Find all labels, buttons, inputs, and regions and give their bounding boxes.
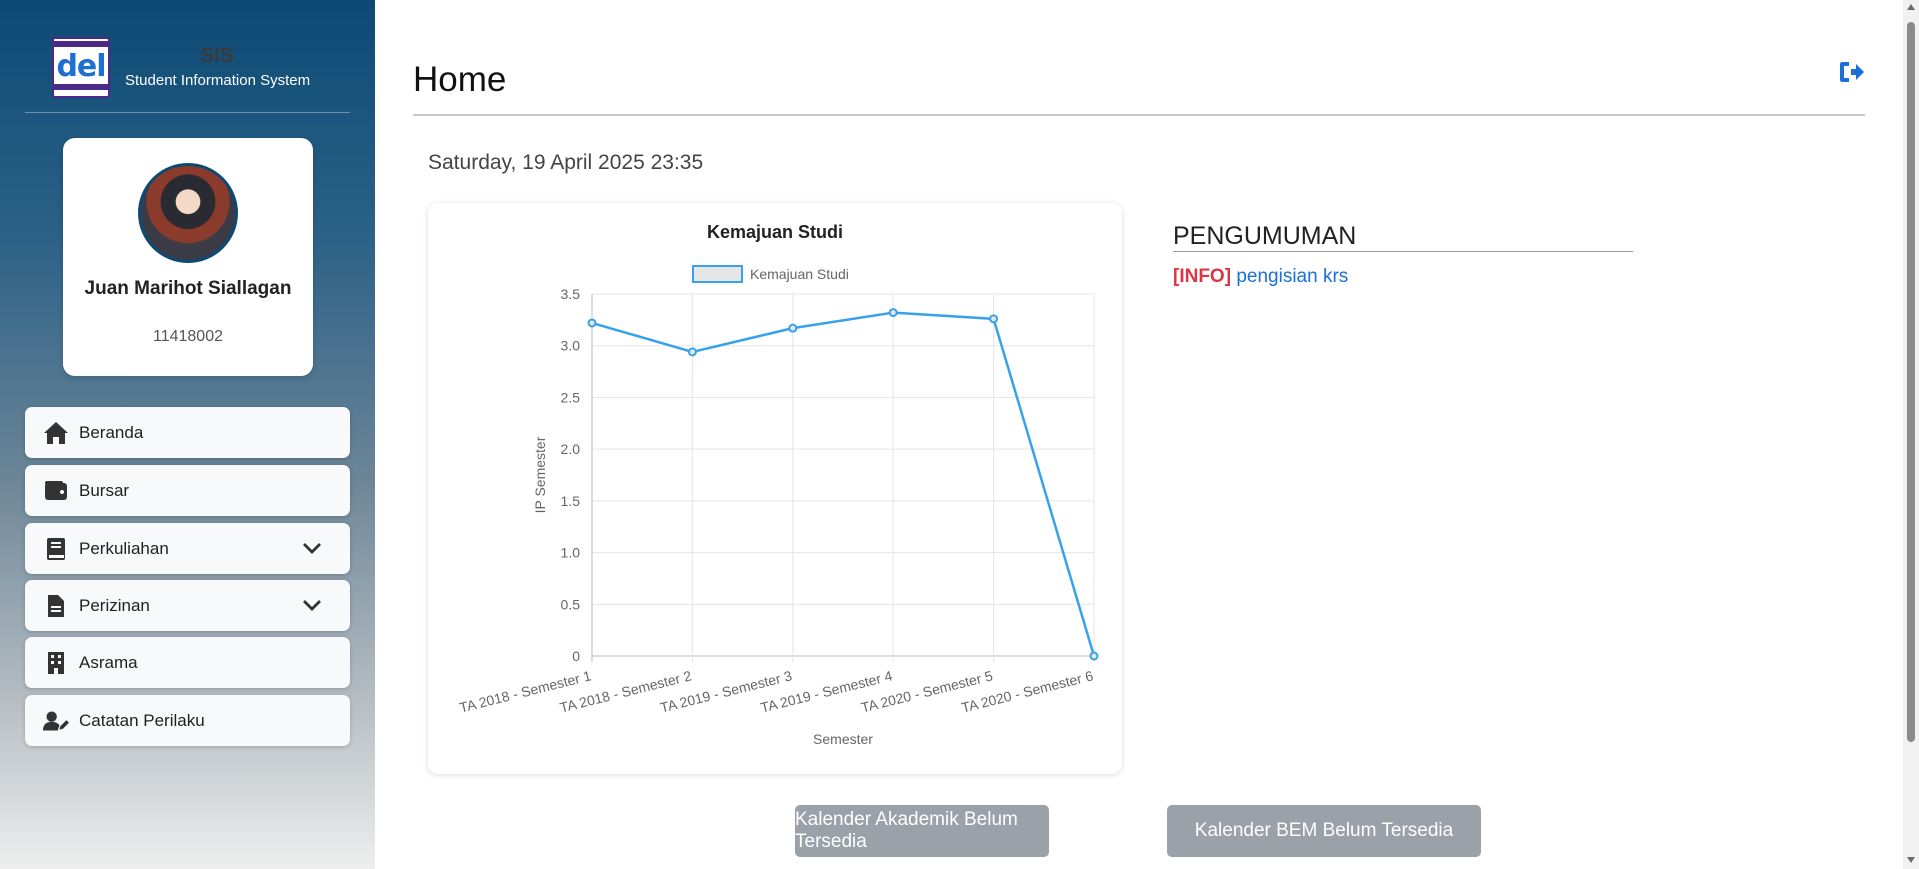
data-point [888, 308, 898, 318]
y-tick-label: 1.0 [561, 545, 581, 561]
data-point [687, 347, 697, 357]
y-tick-label: 2.0 [561, 441, 581, 457]
page-title: Home [413, 60, 507, 99]
brand-title: SIS [200, 44, 234, 67]
title-divider [413, 114, 1865, 116]
scroll-up-arrow-icon[interactable] [1907, 4, 1915, 10]
logo-band-top [54, 41, 108, 47]
y-tick-label: 0.5 [561, 596, 581, 612]
legend-swatch [692, 265, 743, 283]
logo-text: del [56, 49, 106, 84]
scrollbar-thumb[interactable] [1907, 22, 1915, 742]
announcements-divider [1173, 251, 1633, 252]
sidebar-item-perkuliahan[interactable]: Perkuliahan [25, 523, 350, 574]
y-tick-label: 2.5 [561, 389, 581, 405]
user-edit-icon [43, 708, 69, 734]
logo-band-bottom [54, 84, 108, 90]
x-axis-label: Semester [813, 731, 873, 747]
announcement-link[interactable]: pengisian krs [1236, 266, 1348, 287]
file-icon [43, 593, 69, 619]
study-progress-chart-card: Kemajuan Studi Kemajuan Studi 0 0.5 1.0 1.5 2.… [428, 203, 1122, 774]
bem-calendar-button[interactable]: Kalender BEM Belum Tersedia [1167, 805, 1481, 857]
sidebar-item-label: Bursar [79, 480, 130, 500]
profile-card: Juan Marihot Siallagan 11418002 [63, 138, 313, 376]
legend-label: Kemajuan Studi [750, 266, 849, 282]
data-point [788, 323, 798, 333]
sidebar-item-beranda[interactable]: Beranda [25, 407, 350, 458]
wallet-icon [43, 478, 69, 504]
sidebar-item-bursar[interactable]: Bursar [25, 465, 350, 516]
building-icon [43, 650, 69, 676]
chevron-down-icon[interactable] [302, 538, 322, 558]
data-point [1089, 651, 1099, 661]
vertical-scrollbar[interactable] [1903, 0, 1919, 869]
sidebar-item-label: Asrama [79, 652, 138, 672]
scroll-down-arrow-icon[interactable] [1907, 857, 1915, 863]
y-axis-label: IP Semester [532, 436, 548, 513]
study-progress-chart: Kemajuan Studi Kemajuan Studi 0 0.5 1.0 1.5 2.… [458, 222, 1099, 747]
y-tick-label: 3.0 [561, 338, 581, 354]
brand-header: del SIS Student Information System [25, 24, 350, 113]
home-icon [43, 420, 69, 446]
sidebar-item-label: Catatan Perilaku [79, 710, 205, 730]
sidebar: del SIS Student Information System Juan … [0, 0, 375, 869]
avatar [138, 163, 238, 263]
y-tick-label: 3.5 [561, 286, 581, 302]
data-point [989, 314, 999, 324]
announcements-title: PENGUMUMAN [1173, 222, 1357, 250]
profile-name: Juan Marihot Siallagan [84, 278, 292, 299]
sidebar-item-asrama[interactable]: Asrama [25, 637, 350, 688]
sidebar-item-catatan-perilaku[interactable]: Catatan Perilaku [25, 695, 350, 746]
academic-calendar-button[interactable]: Kalender Akademik Belum Tersedia [795, 805, 1049, 857]
brand-subtitle: Student Information System [125, 72, 311, 89]
announcement-item: [INFO] pengisian krs [1173, 266, 1348, 288]
data-point [587, 318, 597, 328]
announcement-tag: [INFO] [1173, 266, 1232, 287]
del-logo[interactable]: del [52, 37, 110, 98]
profile-student-id: 11418002 [153, 328, 223, 345]
chart-title: Kemajuan Studi [707, 222, 843, 242]
sidebar-item-label: Perkuliahan [79, 538, 169, 558]
sidebar-item-perizinan[interactable]: Perizinan [25, 580, 350, 631]
y-tick-label: 1.5 [561, 493, 581, 509]
book-icon [43, 536, 69, 562]
chevron-down-icon[interactable] [302, 595, 322, 615]
sidebar-item-label: Beranda [79, 422, 144, 442]
current-datetime: Saturday, 19 April 2025 23:35 [428, 151, 704, 174]
y-tick-label: 0 [572, 648, 580, 664]
sidebar-item-label: Perizinan [79, 595, 150, 615]
sign-out-icon[interactable] [1839, 60, 1865, 84]
